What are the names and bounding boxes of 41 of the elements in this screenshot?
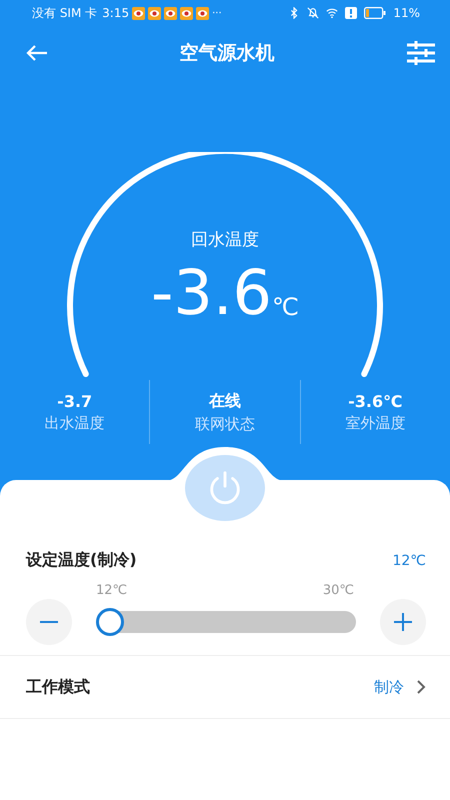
stat-value: -3.6℃ (348, 392, 402, 410)
power-button[interactable] (185, 455, 265, 521)
gauge-label: 回水温度 (191, 229, 259, 251)
app-notification-icon (180, 6, 194, 20)
settings-icon (406, 41, 436, 65)
app-notification-icon (132, 6, 146, 20)
app-notification-icon (196, 6, 210, 20)
work-mode-value: 制冷 (374, 678, 404, 696)
more-notifications: ··· (212, 8, 222, 18)
stat-value: 在线 (208, 390, 241, 412)
slider-thumb[interactable] (96, 608, 124, 636)
mute-bell-icon (307, 7, 320, 19)
gauge-unit: ℃ (272, 293, 299, 321)
stat-label: 联网状态 (194, 414, 255, 434)
carrier-text: 没有 SIM 卡 (32, 4, 98, 22)
max-temperature-label: 30℃ (322, 583, 354, 598)
back-arrow-icon (26, 44, 48, 62)
temperature-slider[interactable] (96, 611, 356, 633)
set-temperature-value: 12℃ (392, 552, 426, 568)
back-button[interactable] (26, 44, 48, 62)
stat-value: -3.7 (57, 392, 92, 410)
increase-button[interactable] (380, 599, 426, 645)
work-mode-title: 工作模式 (26, 676, 90, 698)
app-notification-icon (164, 6, 178, 20)
chevron-right-icon (416, 679, 426, 695)
settings-button[interactable] (406, 41, 436, 65)
alert-icon (345, 7, 358, 19)
min-temperature-label: 12℃ (96, 583, 128, 598)
wifi-icon (326, 7, 338, 19)
battery-percent: 11% (393, 6, 420, 20)
app-notification-icon (148, 6, 162, 20)
page-title: 空气源水机 (180, 41, 274, 66)
set-temperature-title: 设定温度(制冷) (26, 550, 137, 571)
stat-label: 出水温度 (44, 414, 105, 432)
clock: 3:15 (102, 6, 130, 20)
minus-icon (39, 621, 59, 623)
plus-icon (393, 612, 413, 632)
work-mode-row[interactable]: 工作模式 制冷 (0, 656, 450, 719)
stat-label: 室外温度 (345, 414, 406, 432)
battery-icon (364, 7, 386, 19)
gauge-value: -3.6 (151, 261, 272, 325)
